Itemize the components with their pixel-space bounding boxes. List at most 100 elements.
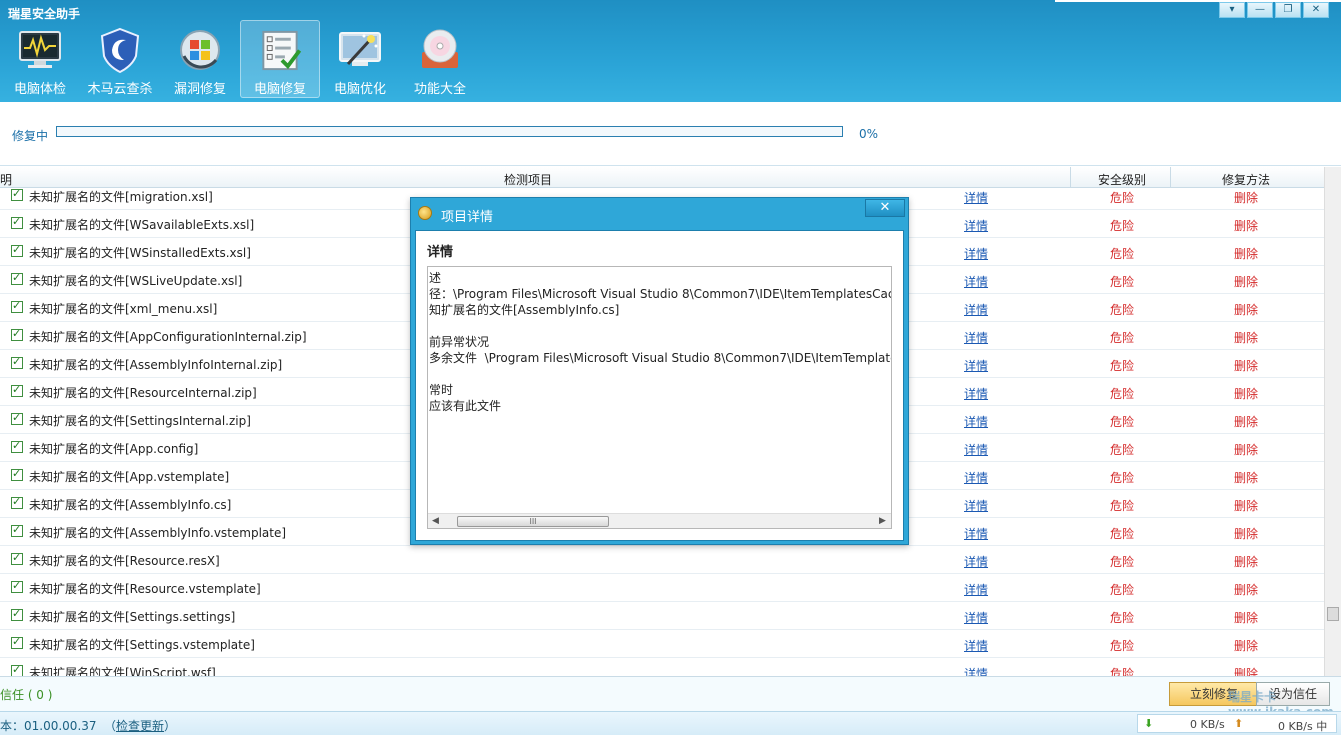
detail-link[interactable]: 详情 <box>964 301 988 318</box>
row-checkbox[interactable] <box>11 355 23 369</box>
detail-link[interactable]: 详情 <box>964 525 988 542</box>
detail-link[interactable]: 详情 <box>964 189 988 206</box>
minimize-button[interactable]: — <box>1247 2 1273 18</box>
column-header-method[interactable]: 修复方法 <box>1222 171 1270 188</box>
row-checkbox[interactable] <box>11 299 23 313</box>
detail-textbox[interactable]: 述径：\Program Files\Microsoft Visual Studi… <box>427 266 892 529</box>
detail-link[interactable]: 详情 <box>964 637 988 654</box>
fix-method: 删除 <box>1234 191 1259 205</box>
fix-method: 删除 <box>1234 583 1259 597</box>
file-name: 未知扩展名的文件[WSinstalledExts.xsl] <box>29 246 251 260</box>
detail-horizontal-scrollbar[interactable]: ◀ III ▶ <box>428 513 891 528</box>
row-checkbox[interactable] <box>11 188 23 201</box>
shield-icon <box>100 27 140 74</box>
row-checkbox[interactable] <box>11 607 23 621</box>
column-header-fragment: 明 <box>0 173 13 187</box>
row-checkbox[interactable] <box>11 551 23 565</box>
table-row[interactable]: 未知扩展名的文件[WinScript.wsf] 详情 危险 删除 <box>0 658 1324 676</box>
dialog-body: 详情 述径：\Program Files\Microsoft Visual St… <box>415 230 904 541</box>
column-header-level[interactable]: 安全级别 <box>1098 171 1146 188</box>
security-level: 危险 <box>1110 443 1135 457</box>
row-checkbox[interactable] <box>11 579 23 593</box>
table-row[interactable]: 未知扩展名的文件[Resource.vstemplate] 详情 危险 删除 <box>0 574 1324 602</box>
tool-pc-optimize[interactable]: 电脑优化 <box>320 20 400 98</box>
detail-link[interactable]: 详情 <box>964 357 988 374</box>
file-name: 未知扩展名的文件[Settings.vstemplate] <box>29 638 255 652</box>
detail-line: 常时 <box>429 383 454 397</box>
detail-link[interactable]: 详情 <box>964 413 988 430</box>
tool-label: 电脑优化 <box>333 82 386 97</box>
table-row[interactable]: 未知扩展名的文件[Settings.vstemplate] 详情 危险 删除 <box>0 630 1324 658</box>
scroll-left-arrow-icon[interactable]: ◀ <box>432 516 440 526</box>
tool-label: 电脑体检 <box>13 82 66 97</box>
checklist-icon <box>262 30 302 71</box>
tool-trojan-scan[interactable]: 木马云查杀 <box>80 20 160 98</box>
row-checkbox[interactable] <box>11 411 23 425</box>
trust-count-link[interactable]: 信任 ( 0 ) <box>0 686 52 703</box>
detail-link[interactable]: 详情 <box>964 245 988 262</box>
row-checkbox[interactable] <box>11 523 23 537</box>
detail-link[interactable]: 详情 <box>964 273 988 290</box>
paren-close: ） <box>164 719 177 733</box>
file-name: 未知扩展名的文件[AssemblyInfo.vstemplate] <box>29 526 287 540</box>
paren-open: （ <box>104 719 117 733</box>
detail-link[interactable]: 详情 <box>964 553 988 570</box>
detail-link[interactable]: 详情 <box>964 609 988 626</box>
fix-method: 删除 <box>1234 303 1259 317</box>
row-checkbox[interactable] <box>11 467 23 481</box>
tool-pc-checkup[interactable]: 电脑体检 <box>0 20 80 98</box>
column-header-item[interactable]: 检测项目 <box>504 171 552 188</box>
security-level: 危险 <box>1110 471 1135 485</box>
row-checkbox[interactable] <box>11 383 23 397</box>
fix-method: 删除 <box>1234 331 1259 345</box>
detail-link[interactable]: 详情 <box>964 581 988 598</box>
detail-line: 径：\Program Files\Microsoft Visual Studio… <box>429 287 892 301</box>
detail-link[interactable]: 详情 <box>964 385 988 402</box>
fix-method: 删除 <box>1234 639 1259 653</box>
detail-link[interactable]: 详情 <box>964 497 988 514</box>
row-checkbox[interactable] <box>11 271 23 285</box>
check-update: （检查更新） <box>104 717 176 734</box>
detail-link[interactable]: 详情 <box>964 469 988 486</box>
action-bar: 信任 ( 0 ) 立刻修复 设为信任 <box>0 676 1341 711</box>
scroll-right-arrow-icon[interactable]: ▶ <box>879 516 887 526</box>
row-checkbox[interactable] <box>11 663 23 676</box>
repair-progress-bar <box>56 126 843 137</box>
fix-method: 删除 <box>1234 667 1259 676</box>
file-name: 未知扩展名的文件[Resource.resX] <box>29 554 220 568</box>
row-checkbox[interactable] <box>11 635 23 649</box>
row-checkbox[interactable] <box>11 495 23 509</box>
file-name: 未知扩展名的文件[WSavailableExts.xsl] <box>29 218 255 232</box>
monitor-checkup-icon <box>19 31 61 68</box>
table-row[interactable]: 未知扩展名的文件[Settings.settings] 详情 危险 删除 <box>0 602 1324 630</box>
close-window-button[interactable]: ✕ <box>1303 2 1329 18</box>
detail-line <box>428 366 891 382</box>
table-vertical-scrollbar[interactable] <box>1324 167 1341 676</box>
row-checkbox[interactable] <box>11 243 23 257</box>
fix-method: 删除 <box>1234 387 1259 401</box>
detail-link[interactable]: 详情 <box>964 329 988 346</box>
detail-link[interactable]: 详情 <box>964 665 988 676</box>
download-arrow-icon: ⬇ <box>1144 717 1154 730</box>
table-row[interactable]: 未知扩展名的文件[Resource.resX] 详情 危险 删除 <box>0 546 1324 574</box>
tool-all-features[interactable]: 功能大全 <box>400 20 480 98</box>
row-checkbox[interactable] <box>11 327 23 341</box>
scrollbar-thumb[interactable]: III <box>457 516 609 527</box>
tool-vuln-fix[interactable]: 漏洞修复 <box>160 20 240 98</box>
detail-link[interactable]: 详情 <box>964 217 988 234</box>
restore-button[interactable]: ❐ <box>1275 2 1301 18</box>
security-level: 危险 <box>1110 247 1135 261</box>
menu-dropdown-button[interactable]: ▾ <box>1219 2 1245 18</box>
security-level: 危险 <box>1110 555 1135 569</box>
scrollbar-thumb[interactable] <box>1327 607 1339 621</box>
file-name: 未知扩展名的文件[Settings.settings] <box>29 610 236 624</box>
row-checkbox[interactable] <box>11 215 23 229</box>
row-checkbox[interactable] <box>11 439 23 453</box>
fix-method: 删除 <box>1234 219 1259 233</box>
detail-link[interactable]: 详情 <box>964 441 988 458</box>
dialog-close-button[interactable]: ✕ <box>865 199 905 217</box>
detail-line: 述 <box>429 271 442 285</box>
upload-arrow-icon: ⬆ <box>1234 717 1244 730</box>
check-update-link[interactable]: 检查更新 <box>116 719 164 733</box>
tool-pc-repair[interactable]: 电脑修复 <box>240 20 320 98</box>
